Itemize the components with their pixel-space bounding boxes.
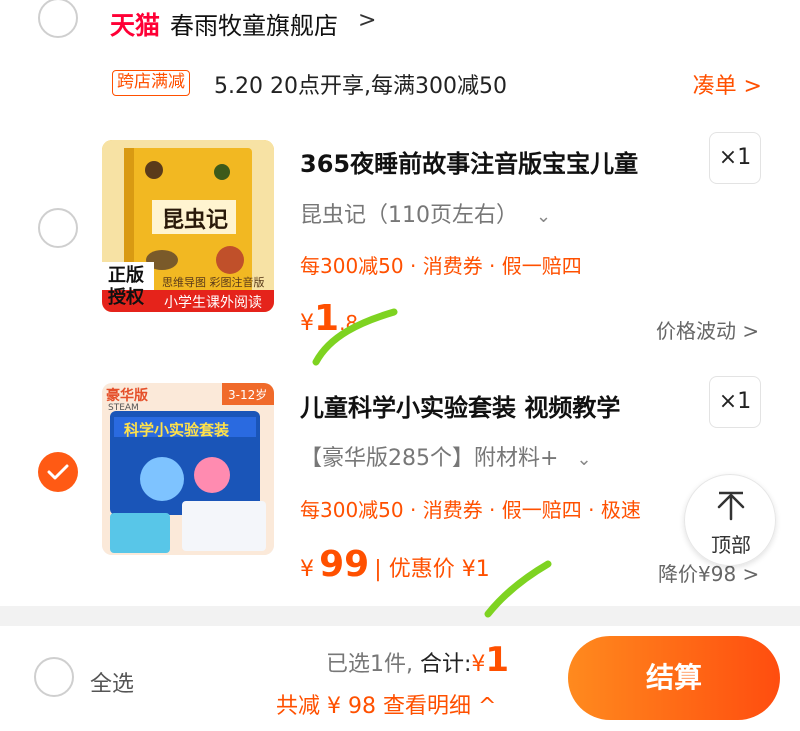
discount-detail-link[interactable]: 共减 ¥ 98 查看明细 ^ (276, 688, 496, 720)
to-top-label: 顶部 (711, 533, 751, 557)
genuine-badge-bottom: 授权 (108, 287, 144, 308)
price-currency: ¥ (300, 311, 314, 336)
kit-box-title: 科学小实验套装 (124, 421, 230, 439)
total-value: 1 (485, 640, 510, 680)
promo-tags: 每300减50 · 消费券 · 假一赔四 (300, 254, 582, 278)
selected-count: 已选1件, (326, 652, 413, 677)
select-all-radio[interactable] (34, 657, 74, 697)
product-title[interactable]: 365夜睡前故事注音版宝宝儿童 (300, 144, 638, 179)
price-integer: 1 (314, 298, 340, 339)
item-select-radio-checked[interactable] (38, 452, 78, 492)
age-label: 3-12岁 (228, 388, 268, 402)
price-currency: ¥ (300, 557, 314, 582)
item-select-radio[interactable] (38, 208, 78, 248)
store-chevron-icon: > (358, 8, 377, 33)
check-icon (47, 464, 69, 480)
price-integer: 99 (319, 544, 370, 585)
checkout-bar: 全选 已选1件, 合计:¥1 共减 ¥ 98 查看明细 ^ 结算 (0, 626, 800, 731)
add-on-link[interactable]: 凑单 > (693, 68, 762, 100)
order-summary: 已选1件, 合计:¥1 (326, 640, 509, 680)
edition-label: 豪华版 (106, 388, 148, 404)
cart-card: 天猫 春雨牧童旗舰店 > 跨店满减 5.20 20点开享,每满300减50 凑单… (0, 0, 800, 606)
price: ¥ 99 | 优惠价 ¥1 (300, 544, 490, 585)
store-header: 天猫 春雨牧童旗舰店 > (0, 0, 800, 50)
genuine-badge-top: 正版 (108, 265, 144, 286)
brand-label: STEAM (108, 403, 139, 413)
product-title[interactable]: 儿童科学小实验套装 视频教学 (300, 388, 620, 423)
quantity-stepper[interactable]: ×1 (709, 376, 761, 428)
arrow-up-icon (717, 491, 745, 521)
select-all-label[interactable]: 全选 (90, 666, 134, 698)
sku-text: 【豪华版285个】附材料+ (300, 446, 559, 471)
sku-text: 昆虫记（110页左右） (300, 203, 518, 228)
quantity-stepper[interactable]: ×1 (709, 132, 761, 184)
promo-tags: 每300减50 · 消费券 · 假一赔四 · 极速 (300, 498, 641, 522)
price: ¥1.8 (300, 298, 358, 339)
total-currency: ¥ (471, 652, 486, 677)
discount-price: | 优惠价 ¥1 (374, 557, 490, 582)
promo-tag: 跨店满减 (112, 70, 190, 96)
chevron-down-icon: ⌄ (576, 449, 592, 470)
price-decimal: .8 (339, 311, 359, 335)
book-subtitle-text: 思维导图 彩图注音版 (162, 276, 265, 289)
chevron-down-icon: ⌄ (536, 206, 552, 227)
sku-selector[interactable]: 昆虫记（110页左右） ⌄ (300, 197, 551, 229)
promo-banner: 跨店满减 5.20 20点开享,每满300减50 凑单 > (0, 66, 800, 102)
checkout-button[interactable]: 结算 (568, 636, 780, 720)
price-fluctuation-link[interactable]: 价格波动 > (656, 315, 759, 344)
tmall-logo: 天猫 (110, 11, 161, 40)
promo-text: 5.20 20点开享,每满300减50 (214, 74, 507, 99)
sku-selector[interactable]: 【豪华版285个】附材料+ ⌄ (300, 440, 592, 472)
book-strip-text: 小学生课外阅读 (164, 295, 262, 311)
store-name-link[interactable]: 春雨牧童旗舰店 (170, 6, 338, 41)
product-thumbnail[interactable]: 豪华版 STEAM 3-12岁 科学小实验套装 (102, 383, 274, 555)
store-select-radio[interactable] (38, 0, 78, 38)
product-thumbnail[interactable]: 昆虫记 正版 授权 思维导图 彩图注音版 小学生课外阅读 (102, 140, 274, 312)
book-title-text: 昆虫记 (162, 207, 229, 233)
scroll-to-top-button[interactable]: 顶部 (684, 474, 776, 566)
total-label: 合计: (420, 652, 472, 677)
